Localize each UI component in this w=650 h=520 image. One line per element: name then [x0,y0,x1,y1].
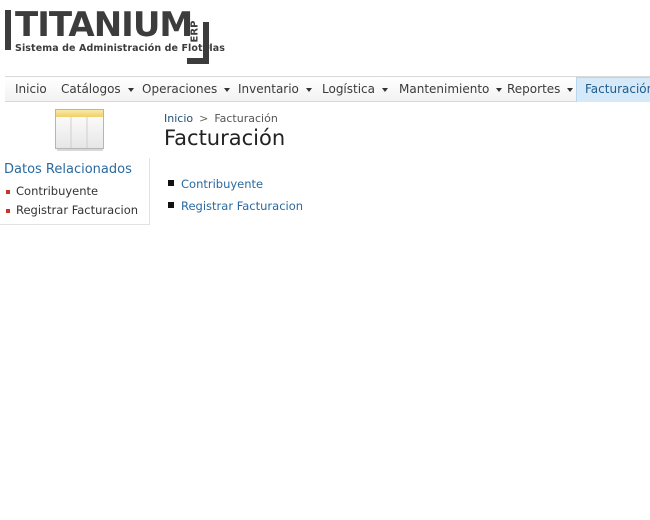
nav-item-catalogos[interactable]: Catálogos [61,77,134,101]
nav-item-label: Operaciones [142,82,218,96]
bullet-icon [6,189,10,194]
breadcrumb-current: Facturación [214,112,278,125]
chevron-down-icon [127,87,134,92]
logo-bracket-left [5,10,11,50]
bullet-icon [168,180,174,186]
nav-item-logistica[interactable]: Logística [322,77,389,101]
chevron-down-icon [305,87,312,92]
nav-item-facturacion[interactable]: Facturación [576,77,650,102]
page-layout-icon [55,109,105,151]
nav-item-reportes[interactable]: Reportes [507,77,574,101]
nav-item-label: Inicio [15,82,47,96]
nav-item-inicio[interactable]: Inicio [15,77,47,101]
nav-item-mantenimiento[interactable]: Mantenimiento [399,77,503,101]
nav-item-operaciones[interactable]: Operaciones [142,77,231,101]
chevron-down-icon [382,87,389,92]
page-title: Facturación [164,126,286,150]
logo-erp-label: ERP [189,20,201,43]
bullet-icon [168,202,174,208]
related-data-title: Datos Relacionados [4,162,132,177]
related-link-contribuyente[interactable]: Contribuyente [6,184,98,198]
nav-item-label: Reportes [507,82,561,96]
logo-registered-mark: ® [205,44,211,51]
related-link-label: Contribuyente [16,184,99,198]
link-contribuyente[interactable]: Contribuyente [168,177,263,191]
nav-item-label: Inventario [238,82,299,96]
link-label: Contribuyente [181,177,264,191]
related-data-panel: Datos Relacionados Contribuyente Registr… [0,158,150,225]
breadcrumb: Inicio > Facturación [164,112,278,125]
chevron-down-icon [496,87,503,92]
chevron-down-icon [567,87,574,92]
top-navigation-bar: Inicio Catálogos Operaciones Inventario … [5,76,650,102]
related-link-label: Registrar Facturacion [16,203,139,217]
breadcrumb-home-link[interactable]: Inicio [164,112,193,125]
link-registrar-facturacion[interactable]: Registrar Facturacion [168,199,303,213]
titanium-erp-logo: TITANIUM ERP Sistema de Administración d… [5,5,225,66]
nav-item-label: Logística [322,82,376,96]
link-label: Registrar Facturacion [181,199,304,213]
nav-item-label: Facturación [585,82,650,96]
bullet-icon [6,208,10,213]
nav-item-label: Mantenimiento [399,82,490,96]
nav-item-inventario[interactable]: Inventario [238,77,312,101]
chevron-down-icon [224,87,231,92]
nav-item-label: Catálogos [61,82,121,96]
logo-subtitle: Sistema de Administración de Flotillas [15,43,226,54]
breadcrumb-separator: > [199,112,209,125]
logo-wordmark: TITANIUM [15,5,193,45]
related-link-registrar-facturacion[interactable]: Registrar Facturacion [6,203,138,217]
